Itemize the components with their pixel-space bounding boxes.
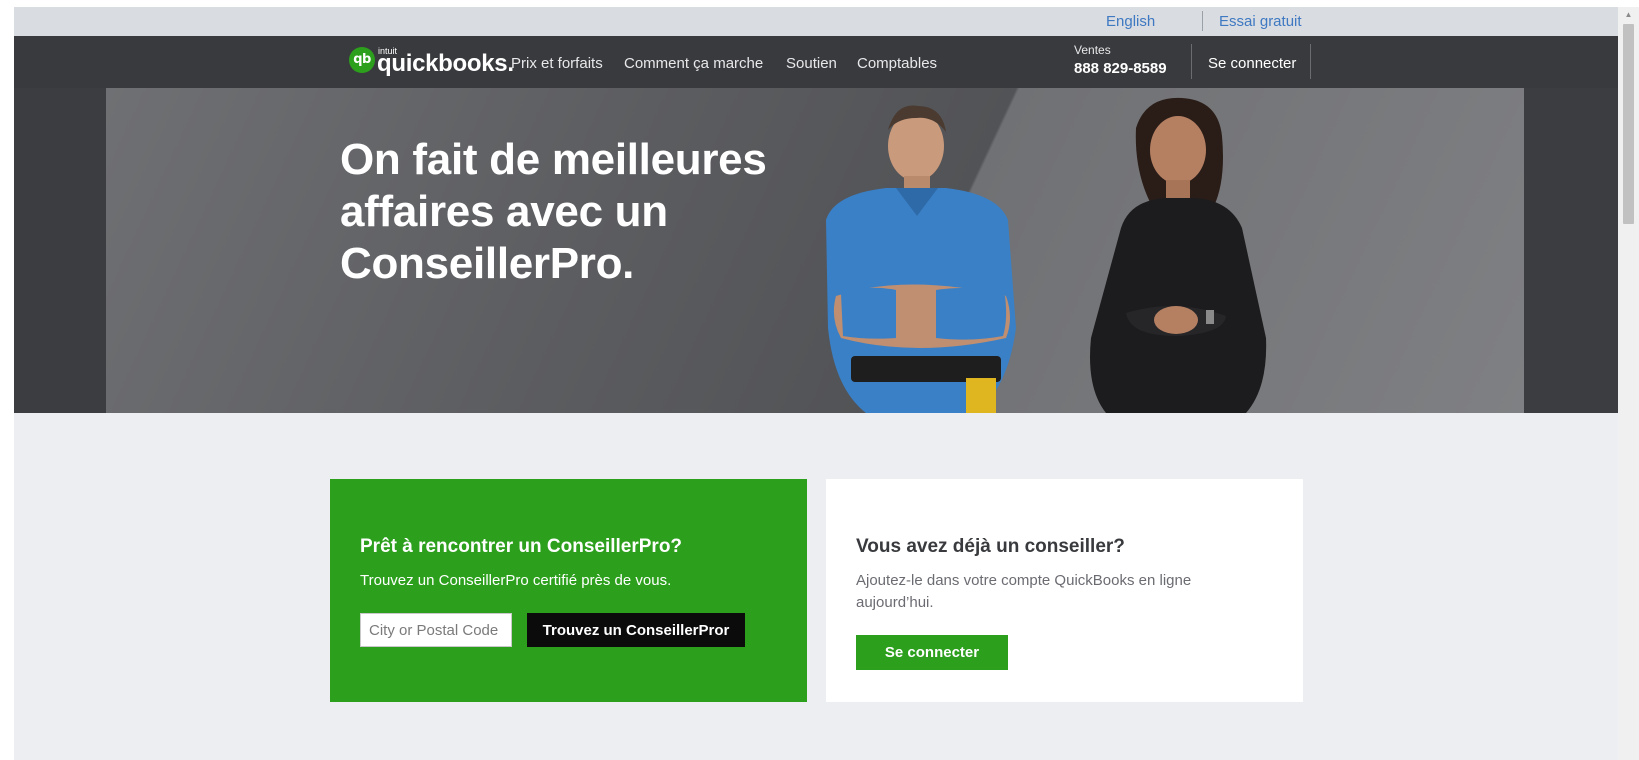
- existing-advisor-title: Vous avez déjà un conseiller?: [856, 536, 1125, 557]
- find-advisor-button[interactable]: Trouvez un ConseillerPror: [527, 613, 745, 647]
- nav-how-it-works[interactable]: Comment ça marche: [624, 55, 763, 72]
- existing-advisor-card: Vous avez déjà un conseiller? Ajoutez-le…: [826, 479, 1303, 702]
- sign-in-button[interactable]: Se connecter: [856, 635, 1008, 670]
- header-divider: [1310, 44, 1311, 79]
- hero-people-illustration: [826, 97, 1267, 413]
- quickbooks-logo-icon: qb: [349, 47, 375, 73]
- scrollbar-thumb[interactable]: [1623, 24, 1634, 224]
- free-trial-link[interactable]: Essai gratuit: [1219, 13, 1302, 30]
- page: English Essai gratuit qb intuit quickboo…: [14, 7, 1618, 760]
- find-advisor-card: Prêt à rencontrer un ConseillerPro? Trou…: [330, 479, 807, 702]
- utility-divider: [1202, 11, 1203, 31]
- existing-advisor-description: Ajoutez-le dans votre compte QuickBooks …: [856, 572, 1192, 611]
- city-postal-input[interactable]: [360, 613, 512, 647]
- sales-label: Ventes: [1074, 43, 1111, 57]
- find-advisor-title: Prêt à rencontrer un ConseillerPro?: [360, 536, 683, 557]
- hero-banner: On fait de meilleures affaires avec un C…: [106, 88, 1524, 413]
- utility-bar: English Essai gratuit: [14, 7, 1618, 36]
- quickbooks-wordmark: quickbooks.: [377, 50, 514, 77]
- english-link[interactable]: English: [1106, 13, 1155, 30]
- sales-phone[interactable]: 888 829-8589: [1074, 60, 1167, 77]
- scroll-up-arrow-icon[interactable]: ▲: [1618, 7, 1639, 23]
- sign-in-link[interactable]: Se connecter: [1208, 55, 1296, 72]
- nav-pricing[interactable]: Prix et forfaits: [511, 55, 603, 72]
- find-advisor-description: Trouvez un ConseillerPro certifié près d…: [360, 572, 672, 589]
- nav-support[interactable]: Soutien: [786, 55, 837, 72]
- woman-figure: [1090, 97, 1267, 413]
- nav-accountants[interactable]: Comptables: [857, 55, 937, 72]
- hero-section: On fait de meilleures affaires avec un C…: [14, 88, 1618, 413]
- header-divider: [1191, 44, 1192, 79]
- man-figure: [826, 105, 1016, 413]
- vertical-scrollbar[interactable]: ▲: [1618, 7, 1639, 760]
- main-header: qb intuit quickbooks. Prix et forfaits C…: [14, 36, 1618, 88]
